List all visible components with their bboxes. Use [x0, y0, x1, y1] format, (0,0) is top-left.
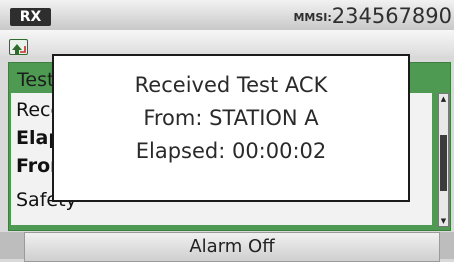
rx-badge: RX	[10, 8, 51, 26]
alarm-off-button[interactable]: Alarm Off	[24, 232, 440, 262]
screen-header: Test	[17, 69, 55, 91]
scroll-down-icon[interactable]: ▼	[439, 216, 448, 226]
scrollbar[interactable]: ▲ ▼	[438, 93, 449, 227]
dialog-from: From: STATION A	[143, 106, 319, 130]
home-back-icon[interactable]	[9, 39, 28, 55]
scroll-thumb[interactable]	[440, 134, 447, 191]
mmsi-number: 234567890	[331, 4, 452, 28]
status-bar: RX MMSI:234567890	[0, 0, 454, 30]
icon-row	[0, 30, 454, 56]
mmsi-label: MMSI:	[293, 11, 332, 24]
mmsi-display: MMSI:234567890	[293, 3, 452, 29]
ack-dialog: Received Test ACK From: STATION A Elapse…	[52, 54, 410, 202]
dialog-elapsed: Elapsed: 00:00:02	[135, 139, 327, 163]
dialog-title: Received Test ACK	[134, 73, 328, 97]
scroll-up-icon[interactable]: ▲	[439, 94, 448, 104]
